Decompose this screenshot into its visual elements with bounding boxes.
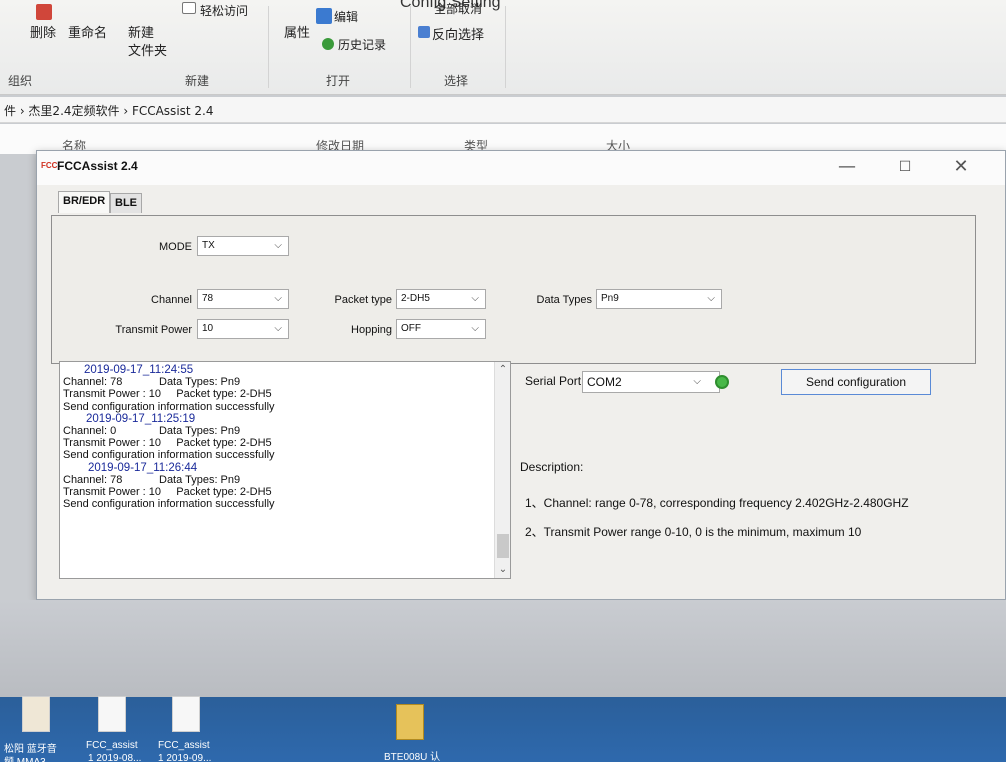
desktop-icon-sublabel: 1 2019-08...: [88, 753, 142, 762]
chevron-down-icon: ⌵: [274, 293, 282, 304]
connection-status-icon: [715, 375, 729, 389]
channel-select[interactable]: 78 ⌵: [197, 289, 289, 309]
packet-type-select-value: 2-DH5: [401, 293, 430, 304]
file-icon[interactable]: [22, 696, 50, 732]
explorer-ribbon: Config Setting 删除 重命名 新建 文件夹 轻松访问 属性 编辑 …: [0, 0, 1006, 95]
scroll-down-icon[interactable]: ⌄: [495, 562, 510, 578]
hopping-select-value: OFF: [401, 323, 421, 334]
close-button[interactable]: ✕: [941, 155, 981, 179]
transmit-power-select[interactable]: 10 ⌵: [197, 319, 289, 339]
chevron-down-icon: ⌵: [274, 240, 282, 251]
serial-port-select[interactable]: COM2 ⌵: [582, 371, 720, 393]
delete-button[interactable]: 删除: [30, 22, 56, 41]
chevron-down-icon: ⌵: [693, 376, 701, 387]
window-title: FCCAssist 2.4: [57, 159, 138, 173]
mode-select[interactable]: TX ⌵: [197, 236, 289, 256]
scroll-thumb[interactable]: [497, 534, 509, 558]
log-line: Transmit Power : 10 Packet type: 2-DH5: [63, 486, 272, 498]
minimize-button[interactable]: —: [827, 155, 867, 179]
transmit-power-label: Transmit Power: [115, 324, 192, 336]
file-icon[interactable]: [172, 696, 200, 732]
scroll-up-icon[interactable]: ⌃: [495, 362, 510, 378]
group-open-label: 打开: [326, 74, 351, 88]
data-types-select-value: Pn9: [601, 293, 619, 304]
hopping-label: Hopping: [351, 324, 392, 336]
log-line: Send configuration information successfu…: [63, 498, 275, 511]
description-line-2: 2、Transmit Power range 0-10, 0 is the mi…: [525, 525, 862, 539]
maximize-button[interactable]: ☐: [885, 155, 925, 179]
log-line: Channel: 78 Data Types: Pn9: [63, 473, 241, 486]
channel-label: Channel: [151, 294, 192, 306]
easy-access-icon: [182, 2, 196, 14]
rename-button[interactable]: 重命名: [68, 22, 107, 41]
history-icon: [322, 38, 334, 50]
log-line: Send configuration information successfu…: [63, 400, 275, 413]
new-folder-button[interactable]: 新建: [128, 22, 154, 41]
log-line: Transmit Power : 10 Packet type: 2-DH5: [63, 388, 272, 401]
log-line: Send configuration information successfu…: [63, 449, 275, 462]
hopping-select[interactable]: OFF ⌵: [396, 319, 486, 339]
invert-select-button[interactable]: 反向选择: [432, 24, 484, 43]
chevron-down-icon: ⌵: [707, 293, 715, 304]
address-bar[interactable]: 件 › 杰里2.4定频软件 › FCCAssist 2.4: [0, 97, 1006, 123]
file-icon[interactable]: [98, 696, 126, 732]
desktop-icon-sublabel: 频 MMA3...: [4, 753, 54, 762]
data-types-label: Data Types: [536, 294, 592, 306]
mode-select-value: TX: [202, 240, 215, 251]
description-title: Description:: [520, 460, 584, 474]
chevron-down-icon: ⌵: [471, 323, 479, 334]
tab-br-edr[interactable]: BR/EDR: [58, 191, 111, 213]
desktop-icon-label: FCC_assist: [86, 740, 138, 751]
ribbon-separator: [268, 6, 269, 88]
ribbon-separator: [505, 6, 506, 88]
desktop-area: 松阳 蓝牙音 FCC_assist FCC_assist BTE008U 认 频…: [0, 600, 1006, 762]
fccassist-window: FCC FCCAssist 2.4 — ☐ ✕ BR/EDR BLE MODE …: [36, 150, 1006, 600]
log-line: Transmit Power : 10 Packet type: 2-DH5: [63, 437, 272, 450]
serial-port-label: Serial Port: [525, 374, 582, 388]
desktop-icon-label: BTE008U 认: [384, 752, 441, 762]
desktop-icon-sublabel: 1 2019-09...: [158, 753, 212, 762]
data-types-select[interactable]: Pn9 ⌵: [596, 289, 722, 309]
description-line-1: 1、Channel: range 0-78, corresponding fre…: [525, 496, 909, 510]
mode-label: MODE: [159, 241, 192, 253]
properties-button[interactable]: 属性: [284, 22, 310, 41]
packet-type-label: Packet type: [334, 294, 392, 306]
history-button[interactable]: 历史记录: [338, 36, 386, 53]
group-organize-label: 组织: [8, 74, 33, 88]
transmit-power-select-value: 10: [202, 323, 214, 334]
ribbon-separator: [410, 6, 411, 88]
channel-select-value: 78: [202, 293, 214, 304]
edit-button[interactable]: 编辑: [334, 8, 358, 25]
edit-icon: [316, 8, 332, 24]
log-scrollbar[interactable]: ⌃ ⌄: [494, 362, 510, 578]
log-timestamp: 2019-09-17_11:26:44: [88, 461, 198, 474]
chevron-down-icon: ⌵: [274, 323, 282, 334]
tab-ble[interactable]: BLE: [110, 193, 142, 213]
serial-port-select-value: COM2: [587, 375, 622, 389]
group-new-label: 新建: [185, 74, 210, 88]
delete-icon: [36, 4, 52, 20]
send-configuration-button[interactable]: Send configuration: [781, 369, 931, 395]
config-panel: MODE TX ⌵ Channel 78 ⌵ Packet type 2-DH5…: [51, 215, 976, 364]
group-select-label: 选择: [444, 74, 469, 88]
log-line: Channel: 0 Data Types: Pn9: [63, 425, 241, 437]
chevron-down-icon: ⌵: [471, 293, 479, 304]
log-timestamp: 2019-09-17_11:25:19: [86, 412, 196, 425]
easy-access-button[interactable]: 轻松访问: [200, 2, 248, 19]
desktop-icon-label: FCC_assist: [158, 740, 210, 751]
window-titlebar[interactable]: FCC FCCAssist 2.4 — ☐ ✕: [37, 151, 1005, 185]
log-line: Channel: 78 Data Types: Pn9: [63, 376, 241, 389]
new-folder-button-line2[interactable]: 文件夹: [128, 40, 167, 59]
log-timestamp: 2019-09-17_11:24:55: [84, 364, 194, 376]
log-textbox[interactable]: 2019-09-17_11:24:55 Channel: 78 Data Type…: [59, 361, 511, 579]
select-none-button[interactable]: 全部取消: [434, 0, 482, 17]
invert-select-icon: [418, 26, 430, 38]
app-logo-icon: FCC: [41, 161, 58, 170]
packet-type-select[interactable]: 2-DH5 ⌵: [396, 289, 486, 309]
archive-icon[interactable]: [396, 704, 424, 740]
